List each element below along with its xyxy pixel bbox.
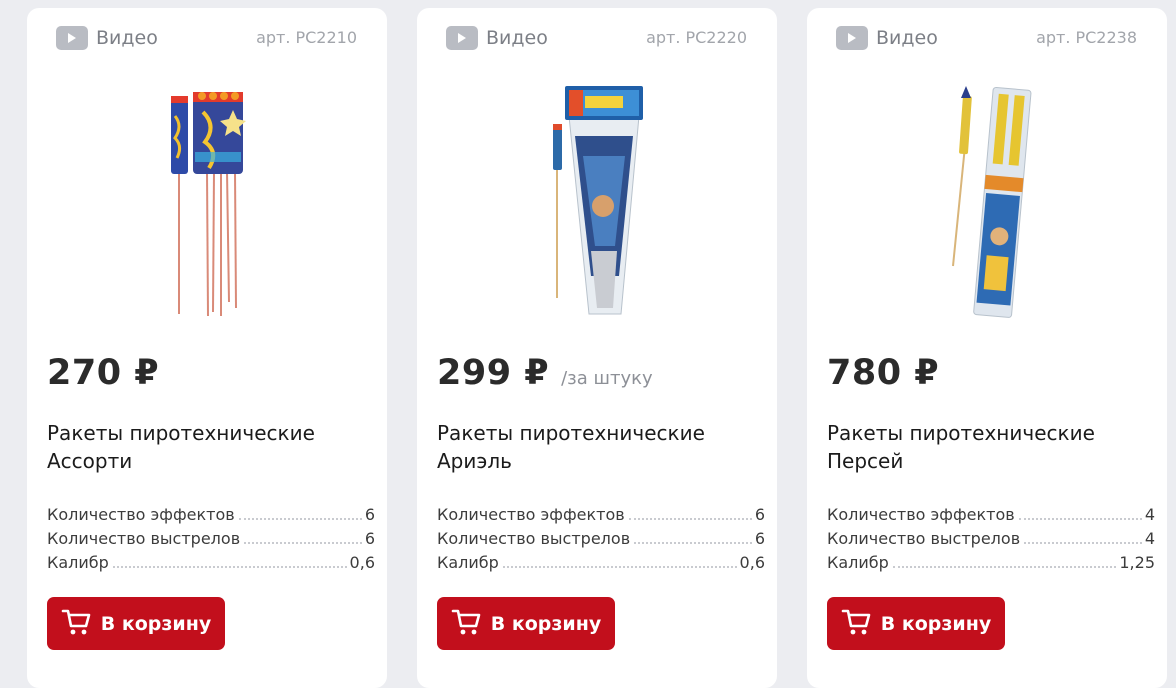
spec-label: Количество эффектов (47, 505, 235, 524)
product-image[interactable] (827, 76, 1147, 318)
spec-value: 4 (1144, 529, 1155, 548)
cart-icon (61, 608, 91, 640)
video-label: Видео (96, 27, 158, 49)
product-card: Видео арт. РС2210 270 ₽ Ракеты пиротехни… (27, 8, 387, 688)
price: 780 ₽ (827, 353, 940, 393)
spec-row: Калибр 1,25 (827, 551, 1155, 575)
spec-dots (112, 566, 347, 568)
spec-value: 6 (754, 529, 765, 548)
product-title[interactable]: Ракеты пиротехнические Ассорти (47, 419, 367, 475)
spec-list: Количество эффектов 6 Количество выстрел… (437, 503, 765, 575)
cart-label: В корзину (100, 612, 212, 635)
spec-list: Количество эффектов 4 Количество выстрел… (827, 503, 1155, 575)
product-card: Видео арт. РС2238 780 ₽ Ракеты пиротехнич… (807, 8, 1167, 688)
spec-row: Количество эффектов 6 (47, 503, 375, 527)
article-number: арт. РС2220 (646, 28, 747, 47)
spec-row: Количество выстрелов 4 (827, 527, 1155, 551)
spec-dots (1024, 542, 1142, 544)
spec-value: 4 (1144, 505, 1155, 524)
spec-dots (628, 518, 752, 520)
video-button[interactable]: Видео (836, 26, 938, 50)
product-title[interactable]: Ракеты пиротехнические Персей (827, 419, 1147, 475)
video-label: Видео (876, 27, 938, 49)
product-image[interactable] (437, 76, 757, 318)
product-title[interactable]: Ракеты пиротехнические Ариэль (437, 419, 757, 475)
spec-row: Калибр 0,6 (437, 551, 765, 575)
spec-list: Количество эффектов 6 Количество выстрел… (47, 503, 375, 575)
add-to-cart-button[interactable]: В корзину (47, 597, 225, 650)
article-number: арт. РС2210 (256, 28, 357, 47)
cart-label: В корзину (490, 612, 602, 635)
spec-row: Количество эффектов 4 (827, 503, 1155, 527)
article-number: арт. РС2238 (1036, 28, 1137, 47)
spec-row: Количество выстрелов 6 (47, 527, 375, 551)
spec-dots (1018, 518, 1142, 520)
spec-dots (244, 542, 362, 544)
add-to-cart-button[interactable]: В корзину (437, 597, 615, 650)
price: 299 ₽ (437, 353, 550, 393)
cart-icon (841, 608, 871, 640)
spec-value: 0,6 (739, 553, 765, 572)
play-icon (56, 26, 88, 50)
video-label: Видео (486, 27, 548, 49)
spec-row: Количество эффектов 6 (437, 503, 765, 527)
spec-dots (502, 566, 737, 568)
video-button[interactable]: Видео (56, 26, 158, 50)
spec-dots (892, 566, 1117, 568)
cart-icon (451, 608, 481, 640)
add-to-cart-button[interactable]: В корзину (827, 597, 1005, 650)
spec-dots (238, 518, 362, 520)
spec-value: 6 (364, 529, 375, 548)
play-icon (836, 26, 868, 50)
spec-row: Количество выстрелов 6 (437, 527, 765, 551)
spec-label: Калибр (827, 553, 889, 572)
price: 270 ₽ (47, 353, 160, 393)
spec-value: 6 (754, 505, 765, 524)
price-unit: /за штуку (561, 368, 653, 389)
spec-label: Количество эффектов (827, 505, 1015, 524)
spec-label: Количество выстрелов (827, 529, 1021, 548)
spec-value: 6 (364, 505, 375, 524)
product-image[interactable] (47, 76, 367, 318)
spec-label: Калибр (47, 553, 109, 572)
spec-label: Количество эффектов (437, 505, 625, 524)
spec-dots (634, 542, 752, 544)
cart-label: В корзину (880, 612, 992, 635)
play-icon (446, 26, 478, 50)
spec-label: Калибр (437, 553, 499, 572)
video-button[interactable]: Видео (446, 26, 548, 50)
spec-row: Калибр 0,6 (47, 551, 375, 575)
spec-label: Количество выстрелов (437, 529, 631, 548)
spec-value: 1,25 (1119, 553, 1155, 572)
product-card: Видео арт. РС2220 299 ₽ /за штуку Ракеты … (417, 8, 777, 688)
spec-value: 0,6 (349, 553, 375, 572)
spec-label: Количество выстрелов (47, 529, 241, 548)
